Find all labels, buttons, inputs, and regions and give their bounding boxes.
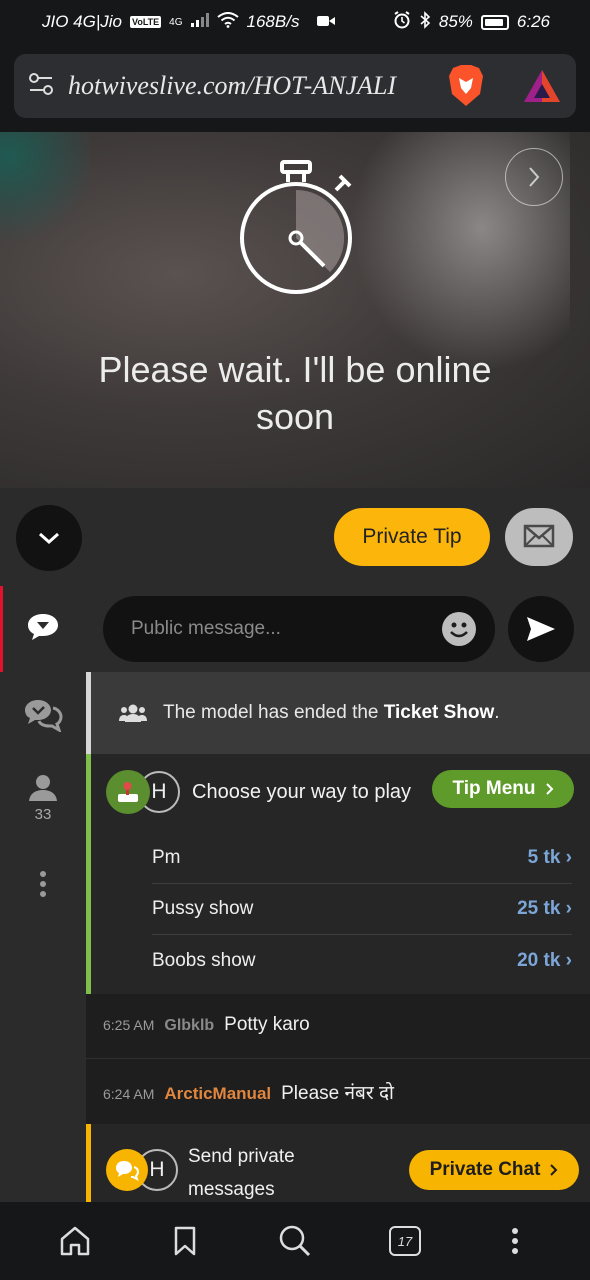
address-bar[interactable]: hotwiveslive.com/HOT-ANJALI xyxy=(14,54,576,118)
message-time: 6:24 AM xyxy=(103,1086,155,1102)
status-bar: JIO 4G|Jio VoLTE 4G 168B/s 85% 6:26 xyxy=(0,0,590,44)
browser-toolbar: hotwiveslive.com/HOT-ANJALI xyxy=(0,44,590,132)
tip-item-price: 25 tk › xyxy=(517,898,572,919)
notice-prefix: The model has ended the xyxy=(163,702,384,723)
carrier-text: JIO 4G|Jio xyxy=(42,12,122,31)
private-prompt-text: Send private messages xyxy=(188,1140,338,1202)
tip-item-price-value: 20 tk xyxy=(517,949,561,971)
users-icon xyxy=(119,704,147,722)
url-text[interactable]: hotwiveslive.com/HOT-ANJALI xyxy=(68,71,432,101)
offline-message-line2: soon xyxy=(255,396,335,437)
bookmark-icon[interactable] xyxy=(160,1216,210,1266)
bluetooth-icon xyxy=(419,10,431,34)
battery-icon xyxy=(480,14,509,30)
video-player[interactable]: Please wait. I'll be online soon xyxy=(0,132,590,488)
system-notice: The model has ended the Ticket Show. xyxy=(86,672,590,754)
tip-item-price-value: 25 tk xyxy=(517,898,561,919)
network-type: 4G xyxy=(169,16,183,28)
brave-rewards-triangle-icon[interactable] xyxy=(522,66,562,106)
tip-item-name: Boobs show xyxy=(152,949,256,971)
message-divider xyxy=(86,1058,590,1059)
chevron-down-icon xyxy=(39,532,59,545)
tabs-count: 17 xyxy=(389,1226,421,1256)
chevron-right-icon xyxy=(550,1164,558,1176)
send-button[interactable] xyxy=(508,596,574,662)
offline-message-line1: Please wait. I'll be online xyxy=(98,349,492,390)
search-icon[interactable] xyxy=(270,1216,320,1266)
chat-bubble-icon xyxy=(28,614,58,640)
send-icon xyxy=(527,617,555,641)
chevron-right-icon xyxy=(545,783,553,795)
brave-lion-icon[interactable] xyxy=(446,64,486,108)
chat-message: 6:24 AM ArcticManual Please नंबर दो xyxy=(103,1079,394,1105)
volte-badge: VoLTE xyxy=(130,16,162,28)
tabs-button[interactable]: 17 xyxy=(380,1216,430,1266)
chat-message: 6:25 AM Glbklb Potty karo xyxy=(103,1014,310,1036)
tip-menu-item-pussy-show[interactable]: Pussy show 25 tk › xyxy=(152,884,572,935)
next-stream-button[interactable] xyxy=(505,148,563,206)
signal-icon xyxy=(190,12,209,32)
private-chat-button-label: Private Chat xyxy=(429,1159,541,1180)
more-vertical-icon[interactable] xyxy=(490,1216,540,1266)
stream-controls: Private Tip xyxy=(0,488,590,586)
tune-icon[interactable] xyxy=(28,72,54,101)
chats-icon xyxy=(25,700,63,732)
private-prompt-line2: messages xyxy=(188,1179,275,1200)
home-icon[interactable] xyxy=(50,1216,100,1266)
tip-menu-button[interactable]: Tip Menu xyxy=(432,770,574,808)
tip-item-name: Pussy show xyxy=(152,898,254,919)
private-message-button[interactable] xyxy=(505,508,573,566)
offline-message: Please wait. I'll be online soon xyxy=(0,346,590,440)
message-username[interactable]: Glbklb xyxy=(164,1017,214,1035)
notice-text: The model has ended the Ticket Show. xyxy=(163,702,500,724)
message-username[interactable]: ArcticManual xyxy=(164,1084,271,1104)
wifi-icon xyxy=(216,11,239,33)
envelope-icon xyxy=(523,524,555,548)
tab-public-chat[interactable] xyxy=(0,612,86,642)
tip-item-price-value: 5 tk xyxy=(527,847,561,868)
private-chat-prompt: H Send private messages Private Chat xyxy=(86,1124,590,1202)
browser-bottom-nav: 17 xyxy=(0,1202,590,1280)
stopwatch-icon xyxy=(230,160,360,300)
battery-percent: 85% xyxy=(438,12,473,31)
chat-sidebar: 33 xyxy=(0,586,86,1202)
tip-item-price: 5 tk › xyxy=(527,847,572,868)
public-message-input[interactable] xyxy=(103,596,495,662)
chats-icon xyxy=(106,1149,148,1191)
message-text: Potty karo xyxy=(224,1014,310,1035)
private-prompt-avatars: H xyxy=(106,1149,178,1191)
tip-item-price: 20 tk › xyxy=(517,949,572,971)
notice-bold: Ticket Show xyxy=(383,702,495,723)
tab-users[interactable]: 33 xyxy=(0,774,86,823)
tip-menu-header: H Choose your way to play xyxy=(106,770,411,814)
joystick-icon xyxy=(106,770,150,814)
tip-menu-item-boobs-show[interactable]: Boobs show 20 tk › xyxy=(152,935,572,986)
more-options-button[interactable] xyxy=(0,870,86,898)
clock: 6:26 xyxy=(516,12,550,31)
tip-item-name: Pm xyxy=(152,847,181,868)
collapse-button[interactable] xyxy=(16,505,82,571)
tip-menu-button-label: Tip Menu xyxy=(452,778,536,799)
emoji-icon[interactable] xyxy=(442,612,476,646)
message-time: 6:25 AM xyxy=(103,1017,155,1033)
private-chat-button[interactable]: Private Chat xyxy=(409,1150,579,1190)
network-speed: 168B/s xyxy=(246,12,300,31)
tip-menu-title: Choose your way to play xyxy=(192,780,412,803)
message-text: Please नंबर दो xyxy=(281,1083,394,1104)
chat-feed[interactable]: The model has ended the Ticket Show. H C… xyxy=(86,672,590,1202)
tab-private-chats[interactable] xyxy=(0,698,86,732)
user-icon xyxy=(29,775,57,801)
tip-menu-item-pm[interactable]: Pm 5 tk › xyxy=(152,833,572,884)
private-tip-button[interactable]: Private Tip xyxy=(334,508,490,566)
private-prompt-line1: Send private xyxy=(188,1146,295,1167)
message-composer xyxy=(86,586,590,672)
users-count: 33 xyxy=(34,806,52,823)
alarm-icon xyxy=(393,10,411,34)
more-vertical-icon xyxy=(40,871,46,897)
notice-suffix: . xyxy=(494,702,500,723)
tip-menu-card: H Choose your way to play Tip Menu Pm 5 … xyxy=(86,754,590,994)
video-record-icon xyxy=(317,12,336,32)
chevron-right-icon xyxy=(529,167,540,187)
